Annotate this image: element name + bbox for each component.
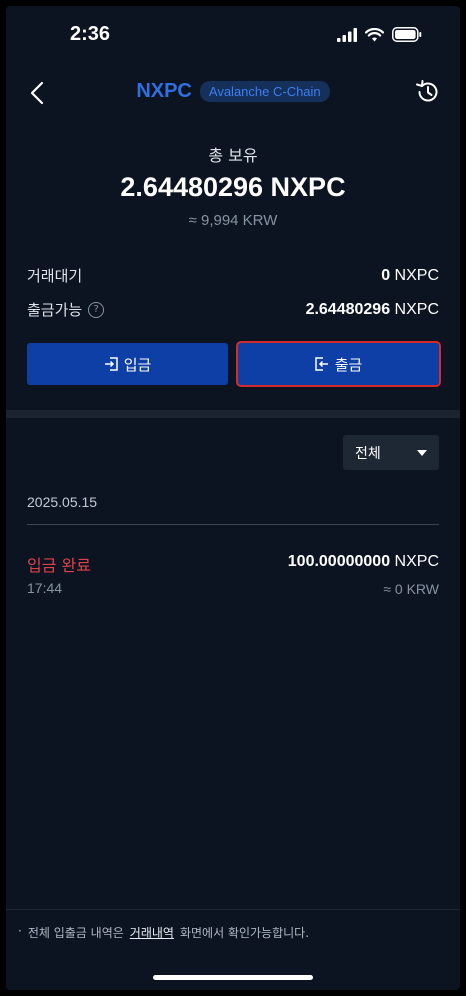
coin-title-group: NXPC Avalanche C-Chain — [6, 80, 460, 103]
deposit-label: 입금 — [123, 355, 152, 374]
footer-prefix: 전체 입출금 내역은 — [27, 926, 124, 940]
footer-suffix: 화면에서 확인가능합니다. — [179, 926, 310, 940]
available-value-group: 2.64480296 NXPC — [306, 301, 439, 319]
available-label-group: 출금가능 ? — [27, 299, 105, 320]
transaction-status[interactable]: 입금 완료 — [27, 552, 91, 576]
date-divider — [27, 524, 439, 525]
withdraw-label: 출금 — [334, 355, 363, 374]
filter-dropdown[interactable]: 전체 — [343, 435, 439, 470]
signal-icon — [337, 27, 357, 42]
total-holdings-label: 총 보유 — [208, 146, 258, 165]
transaction-unit: NXPC — [394, 553, 439, 570]
status-icons — [337, 27, 422, 42]
pending-row: 거래대기 0 NXPC — [27, 265, 439, 286]
history-icon[interactable] — [414, 78, 442, 106]
available-value: 2.64480296 — [305, 300, 391, 318]
deposit-icon — [104, 357, 118, 371]
available-unit: NXPC — [394, 300, 439, 318]
battery-icon — [392, 27, 422, 42]
section-divider — [6, 410, 460, 418]
transaction-krw: ≈ 0 KRW — [383, 581, 439, 597]
transaction-amount: 100.00000000 — [287, 553, 391, 570]
chain-badge: Avalanche C-Chain — [199, 81, 330, 102]
coin-title: NXPC — [136, 80, 192, 102]
withdraw-button[interactable]: 출금 — [238, 343, 439, 385]
trade-history-link[interactable]: 거래내역 — [130, 924, 174, 941]
home-indicator[interactable] — [153, 975, 313, 980]
status-bar: 2:36 — [6, 6, 460, 62]
filter-selected: 전체 — [355, 445, 381, 462]
bullet-dot: · — [18, 924, 22, 938]
app-screen: 2:36 NXPC Avalanche C-Chain 총 보유 2.64480… — [6, 6, 460, 990]
footer-note: · 전체 입출금 내역은 거래내역 화면에서 확인가능합니다. — [18, 924, 309, 941]
transaction-time: 17:44 — [27, 580, 63, 596]
transaction-amount-group: 100.00000000 NXPC — [288, 553, 439, 571]
deposit-button[interactable]: 입금 — [27, 343, 228, 385]
total-holdings-krw: ≈ 9,994 KRW — [188, 212, 278, 229]
available-row: 출금가능 ? 2.64480296 NXPC — [27, 299, 439, 320]
status-time: 2:36 — [70, 23, 111, 45]
withdraw-icon — [314, 357, 328, 371]
pending-label: 거래대기 — [27, 267, 83, 285]
pending-value: 0 — [381, 266, 391, 284]
pending-unit: NXPC — [394, 266, 439, 284]
question-icon[interactable]: ? — [88, 301, 105, 318]
pending-value-group: 0 NXPC — [381, 267, 439, 285]
available-label: 출금가능 — [27, 301, 83, 319]
total-holdings-amount: 2.64480296 NXPC — [120, 172, 346, 202]
wifi-icon — [365, 27, 384, 41]
footer-divider — [6, 909, 460, 910]
top-nav: NXPC Avalanche C-Chain — [6, 62, 460, 122]
transaction-date: 2025.05.15 — [27, 494, 98, 510]
caret-down-icon — [417, 449, 427, 456]
